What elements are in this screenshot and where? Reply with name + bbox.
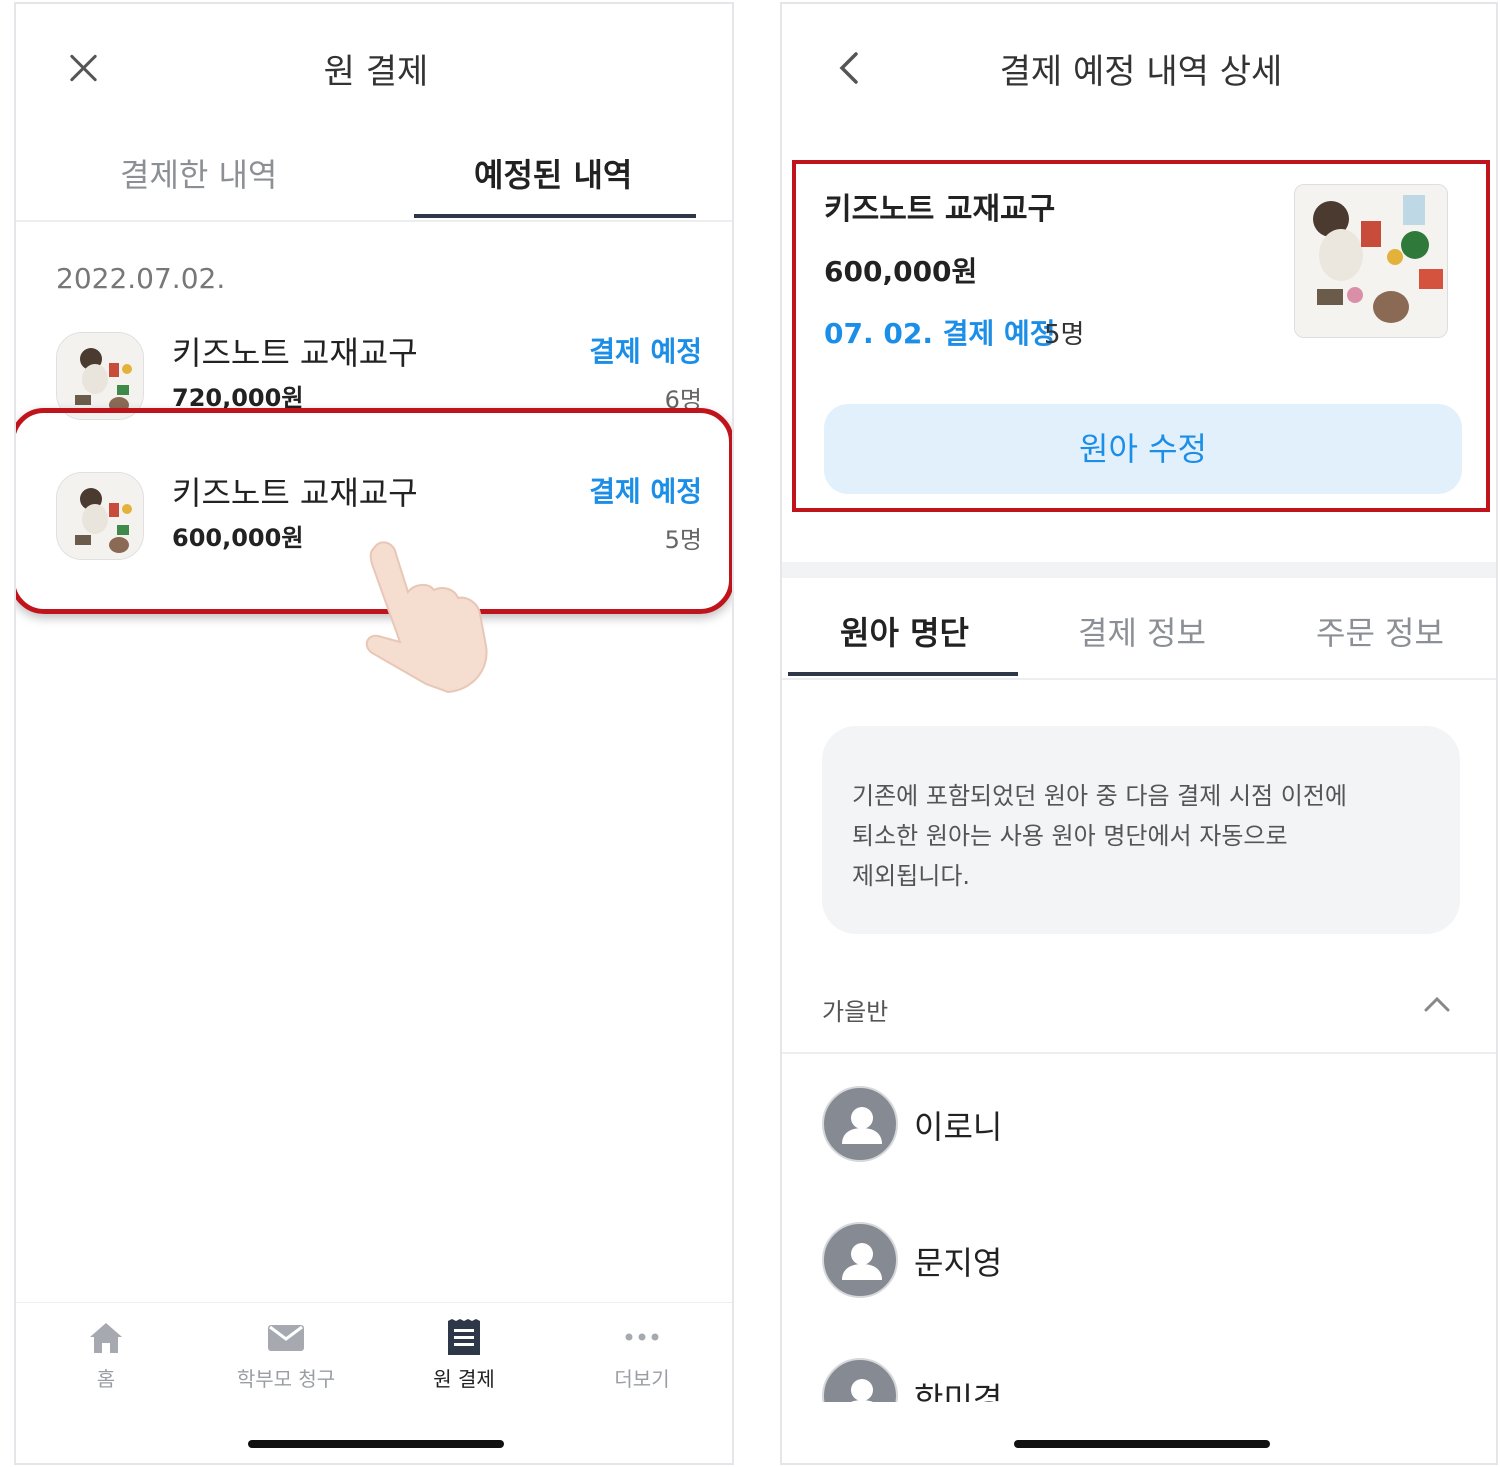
- notice-line: 기존에 포함되었던 원아 중 다음 결제 시점 이전에: [852, 782, 1348, 810]
- payment-list-screen: 원 결제 결제한 내역 예정된 내역 2022.07.02. 키즈노트 교재교구…: [14, 2, 734, 1465]
- nav-home[interactable]: 홈: [36, 1317, 176, 1392]
- student-count: 6명: [664, 386, 702, 414]
- student-row: 이로니: [822, 1086, 1462, 1166]
- avatar-icon: [822, 1222, 898, 1298]
- payment-detail-card: 키즈노트 교재교구 600,000원 07. 02. 결제 예정 5명 원아 수…: [792, 160, 1490, 512]
- tab-student-list[interactable]: 원아 명단: [840, 608, 969, 654]
- payment-status: 결제 예정: [589, 475, 702, 508]
- tab-bar: 결제한 내역 예정된 내역: [16, 142, 732, 222]
- edit-students-button[interactable]: 원아 수정: [824, 404, 1462, 494]
- student-name: 이로니: [914, 1108, 1003, 1146]
- product-image: [1294, 184, 1448, 338]
- detail-tab-bar: 원아 명단 결제 정보 주문 정보: [782, 580, 1496, 680]
- home-icon: [86, 1317, 126, 1357]
- product-name: 키즈노트 교재교구: [824, 192, 1056, 227]
- notice-line: 제외됩니다.: [852, 862, 971, 890]
- chevron-up-icon: [1424, 996, 1450, 1012]
- nav-parent-billing[interactable]: 학부모 청구: [216, 1317, 356, 1392]
- tab-payment-info[interactable]: 결제 정보: [1078, 608, 1206, 654]
- page-title: 결제 예정 내역 상세: [999, 52, 1283, 92]
- product-name: 키즈노트 교재교구: [172, 474, 418, 512]
- home-indicator: [1014, 1440, 1270, 1448]
- more-icon: [622, 1317, 662, 1357]
- tab-order-info[interactable]: 주문 정보: [1316, 608, 1444, 654]
- student-row: 문지영: [822, 1222, 1462, 1302]
- payment-detail-screen: 결제 예정 내역 상세 키즈노트 교재교구 600,000원 07. 02. 결…: [780, 2, 1498, 1465]
- bottom-navigation: 홈 학부모 청구 원 결제 더보기: [16, 1302, 732, 1402]
- list-item[interactable]: 키즈노트 교재교구 720,000원 결제 예정 6명: [52, 326, 702, 426]
- avatar-icon: [822, 1086, 898, 1162]
- product-price: 600,000원: [172, 524, 304, 552]
- home-indicator: [248, 1440, 504, 1448]
- class-name: 가을반: [822, 998, 889, 1026]
- notice-box: 기존에 포함되었던 원아 중 다음 결제 시점 이전에 퇴소한 원아는 사용 원…: [822, 726, 1460, 934]
- nav-school-payment[interactable]: 원 결제: [394, 1317, 534, 1392]
- product-name: 키즈노트 교재교구: [172, 334, 418, 372]
- active-tab-indicator: [788, 672, 1018, 676]
- tab-scheduled-history[interactable]: 예정된 내역: [474, 150, 632, 196]
- active-tab-indicator: [414, 214, 696, 218]
- nav-more[interactable]: 더보기: [572, 1317, 712, 1392]
- product-thumbnail: [56, 472, 144, 560]
- payment-status: 결제 예정: [589, 335, 702, 368]
- list-item[interactable]: 키즈노트 교재교구 600,000원 결제 예정 5명: [52, 466, 702, 566]
- scroll-clip: [782, 1402, 1496, 1463]
- receipt-icon: [444, 1317, 484, 1357]
- payment-date-status: 07. 02. 결제 예정: [824, 317, 1056, 350]
- student-count: 5명: [664, 526, 702, 554]
- page-title: 원 결제: [323, 52, 429, 92]
- product-price: 600,000원: [824, 255, 978, 288]
- class-group-header[interactable]: 가을반: [782, 970, 1496, 1054]
- notice-line: 퇴소한 원아는 사용 원아 명단에서 자동으로: [852, 822, 1288, 850]
- student-name: 문지영: [914, 1244, 1003, 1282]
- student-count: 5명: [1044, 320, 1085, 350]
- product-thumbnail: [56, 332, 144, 420]
- mail-icon: [266, 1317, 306, 1357]
- tab-paid-history[interactable]: 결제한 내역: [120, 150, 277, 196]
- product-price: 720,000원: [172, 384, 304, 412]
- date-header: 2022.07.02.: [56, 262, 226, 295]
- section-divider: [782, 562, 1496, 578]
